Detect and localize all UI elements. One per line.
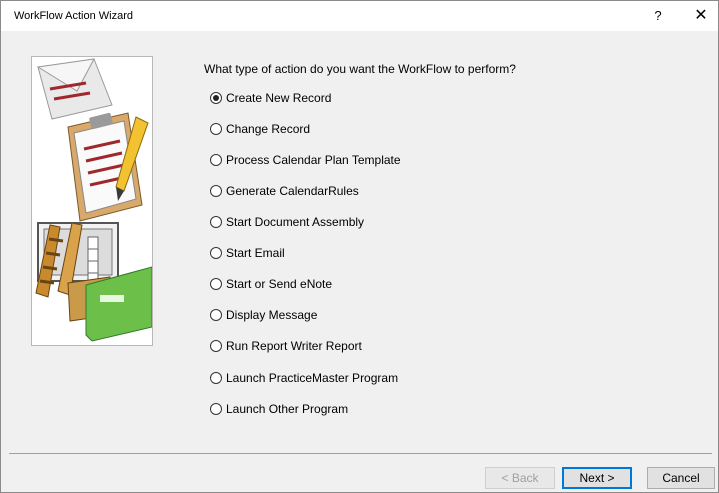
radio-unselected[interactable]: [210, 154, 222, 166]
window-title: WorkFlow Action Wizard: [14, 10, 133, 22]
radio-unselected[interactable]: [210, 278, 222, 290]
title-bar: WorkFlow Action Wizard ? ✕: [1, 1, 718, 31]
option-label: Start Email: [226, 246, 285, 260]
option-label: Change Record: [226, 122, 311, 136]
radio-unselected[interactable]: [210, 216, 222, 228]
option-label: Generate CalendarRules: [226, 184, 359, 198]
radio-unselected[interactable]: [210, 403, 222, 415]
wizard-illustration: [31, 56, 153, 346]
radio-unselected[interactable]: [210, 340, 222, 352]
footer-divider: [9, 453, 712, 454]
next-button[interactable]: Next >: [562, 467, 632, 489]
option-label: Display Message: [226, 308, 318, 322]
option-label: Launch Other Program: [226, 402, 349, 416]
help-button[interactable]: ?: [647, 6, 669, 26]
option-label: Process Calendar Plan Template: [226, 153, 401, 167]
option-label: Run Report Writer Report: [226, 339, 362, 353]
prompt-text: What type of action do you want the Work…: [204, 62, 516, 76]
close-button[interactable]: ✕: [690, 6, 712, 26]
radio-unselected[interactable]: [210, 309, 222, 321]
radio-unselected[interactable]: [210, 123, 222, 135]
radio-selected[interactable]: [210, 92, 222, 104]
radio-unselected[interactable]: [210, 372, 222, 384]
option-label: Start Document Assembly: [226, 215, 365, 229]
illustration-graphic: [32, 57, 152, 345]
option-label: Launch PracticeMaster Program: [226, 371, 399, 385]
option-label: Create New Record: [226, 91, 332, 105]
radio-unselected[interactable]: [210, 247, 222, 259]
option-label: Start or Send eNote: [226, 277, 333, 291]
back-button[interactable]: < Back: [485, 467, 555, 489]
wizard-window: WorkFlow Action Wizard ? ✕ What type of …: [0, 0, 719, 493]
radio-unselected[interactable]: [210, 185, 222, 197]
cancel-button[interactable]: Cancel: [647, 467, 715, 489]
